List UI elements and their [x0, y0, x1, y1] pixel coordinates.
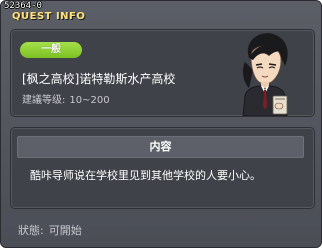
level-label: 建議等级:	[22, 95, 66, 106]
quest-status: 狀態: 可開始	[18, 222, 87, 238]
quest-type-badge: 一般	[20, 42, 82, 58]
title-bar[interactable]: QUEST INFO	[1, 10, 321, 24]
window-title: QUEST INFO	[12, 11, 86, 22]
quest-description: 酷咔导师说在学校里见到其他学校的人要小心。	[30, 169, 261, 182]
recommended-level: 建議等级: 10~200	[22, 91, 114, 106]
content-header: 内容	[17, 136, 304, 158]
level-value: 10~200	[69, 95, 110, 106]
status-value: 可開始	[48, 224, 82, 237]
teacher-npc-portrait-icon	[242, 33, 288, 116]
quest-name: [枫之高校]诺特勒斯水产高校	[22, 72, 176, 86]
status-label: 狀態:	[18, 224, 44, 237]
quest-info-window: 52364-0 QUEST INFO 一般 [枫之高校]诺特勒斯水产高校 建議等…	[0, 0, 322, 248]
